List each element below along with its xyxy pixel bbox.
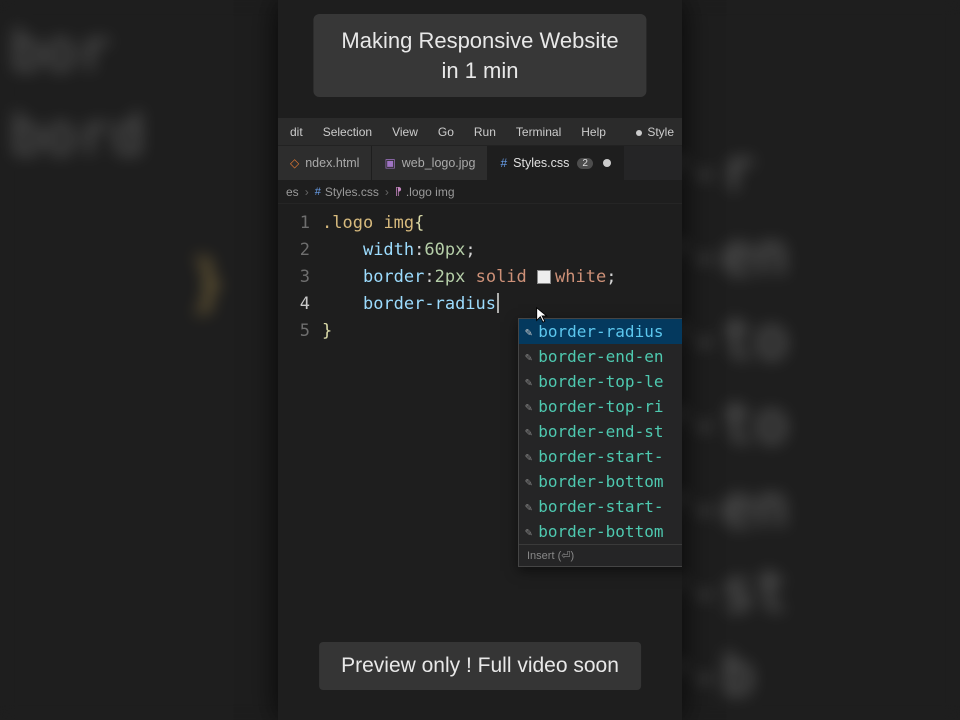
breadcrumb-segment[interactable]: Styles.css bbox=[325, 185, 379, 199]
overlay-text: in 1 min bbox=[441, 58, 518, 83]
suggest-label: border-top-ri bbox=[538, 397, 663, 416]
suggest-item[interactable]: ✎ border-radius bbox=[519, 319, 682, 344]
suggest-item[interactable]: ✎ border-bottom bbox=[519, 519, 682, 544]
suggest-item[interactable]: ✎ border-top-le bbox=[519, 369, 682, 394]
breadcrumb[interactable]: es › # Styles.css › ⁋ .logo img bbox=[278, 180, 682, 204]
property-icon: ✎ bbox=[525, 350, 532, 364]
line-number-gutter: 1 2 3 4 5 bbox=[278, 204, 322, 720]
color-swatch-icon bbox=[537, 270, 551, 284]
menu-help[interactable]: Help bbox=[573, 123, 614, 141]
menu-edit[interactable]: dit bbox=[282, 123, 311, 141]
image-file-icon: ▣ bbox=[384, 156, 395, 170]
line-number: 1 bbox=[278, 210, 310, 237]
property-icon: ✎ bbox=[525, 525, 532, 539]
suggest-item[interactable]: ✎ border-end-st bbox=[519, 419, 682, 444]
video-caption-overlay: Preview only ! Full video soon bbox=[319, 642, 641, 690]
suggest-item[interactable]: ✎ border-start- bbox=[519, 494, 682, 519]
line-number: 4 bbox=[278, 291, 310, 318]
overlay-text: Preview only ! Full video soon bbox=[341, 654, 619, 677]
tab-index-html[interactable]: ◇ ndex.html bbox=[278, 146, 372, 180]
overlay-text: Making Responsive Website bbox=[341, 28, 618, 53]
chevron-right-icon: › bbox=[385, 185, 389, 199]
autocomplete-popup[interactable]: ✎ border-radius ✎ border-end-en ✎ border-to… bbox=[518, 318, 682, 567]
suggest-label: border-start- bbox=[538, 497, 663, 516]
editor-window: dit Selection View Go Run Terminal Help … bbox=[278, 0, 682, 720]
tab-problems-count: 2 bbox=[577, 158, 593, 169]
suggest-hint: Insert (⏎) bbox=[519, 544, 682, 566]
tab-label: web_logo.jpg bbox=[402, 156, 476, 170]
suggest-label: border-end-st bbox=[538, 422, 663, 441]
property-icon: ✎ bbox=[525, 425, 532, 439]
css-file-icon: # bbox=[315, 186, 321, 198]
html-file-icon: ◇ bbox=[290, 156, 299, 170]
chevron-right-icon: › bbox=[305, 185, 309, 199]
suggest-item[interactable]: ✎ border-end-en bbox=[519, 344, 682, 369]
css-rule-icon: ⁋ bbox=[395, 185, 402, 198]
line-number: 2 bbox=[278, 237, 310, 264]
line-number: 3 bbox=[278, 264, 310, 291]
property-icon: ✎ bbox=[525, 325, 532, 339]
breadcrumb-segment[interactable]: .logo img bbox=[406, 185, 455, 199]
property-icon: ✎ bbox=[525, 475, 532, 489]
suggest-label: border-bottom bbox=[538, 522, 663, 541]
breadcrumb-segment[interactable]: es bbox=[286, 185, 299, 199]
tab-styles-css[interactable]: # Styles.css 2 bbox=[488, 146, 624, 180]
suggest-item[interactable]: ✎ border-top-ri bbox=[519, 394, 682, 419]
tab-label: Styles.css bbox=[513, 156, 569, 170]
menu-go[interactable]: Go bbox=[430, 123, 462, 141]
suggest-label: border-end-en bbox=[538, 347, 663, 366]
css-file-icon: # bbox=[500, 156, 507, 170]
window-title: Style bbox=[636, 125, 678, 139]
suggest-label: border-bottom bbox=[538, 472, 663, 491]
suggest-item[interactable]: ✎ border-start- bbox=[519, 444, 682, 469]
property-icon: ✎ bbox=[525, 450, 532, 464]
text-cursor bbox=[497, 293, 499, 313]
menu-view[interactable]: View bbox=[384, 123, 426, 141]
line-number: 5 bbox=[278, 318, 310, 345]
property-icon: ✎ bbox=[525, 375, 532, 389]
modified-dot-icon bbox=[603, 159, 611, 167]
tab-bar: ◇ ndex.html ▣ web_logo.jpg # Styles.css … bbox=[278, 146, 682, 180]
suggest-label: border-start- bbox=[538, 447, 663, 466]
suggest-label: border-radius bbox=[538, 322, 663, 341]
suggest-label: border-top-le bbox=[538, 372, 663, 391]
property-icon: ✎ bbox=[525, 400, 532, 414]
menu-selection[interactable]: Selection bbox=[315, 123, 380, 141]
suggest-item[interactable]: ✎ border-bottom bbox=[519, 469, 682, 494]
property-icon: ✎ bbox=[525, 500, 532, 514]
menu-terminal[interactable]: Terminal bbox=[508, 123, 569, 141]
tab-label: ndex.html bbox=[305, 156, 359, 170]
menu-bar: dit Selection View Go Run Terminal Help … bbox=[278, 118, 682, 146]
video-title-overlay: Making Responsive Website in 1 min bbox=[313, 14, 646, 97]
tab-web-logo[interactable]: ▣ web_logo.jpg bbox=[372, 146, 488, 180]
menu-run[interactable]: Run bbox=[466, 123, 504, 141]
